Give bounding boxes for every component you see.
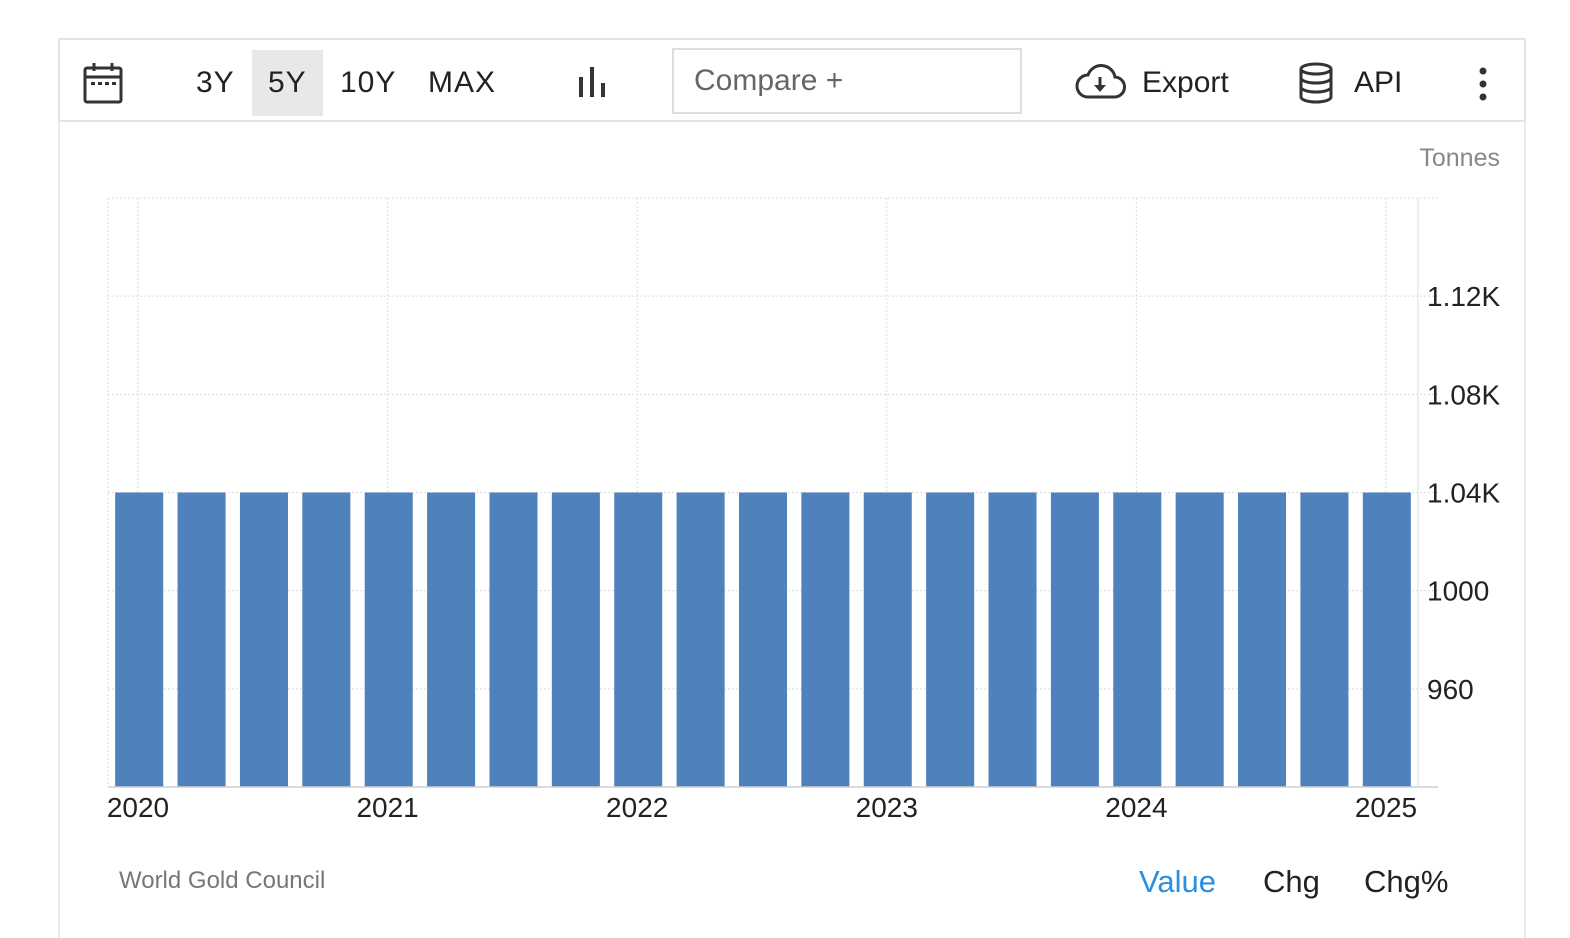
database-icon xyxy=(1298,62,1334,104)
compare-input[interactable]: Compare + xyxy=(672,48,1022,114)
bar-chart-icon[interactable] xyxy=(572,62,612,102)
chart-panel xyxy=(58,38,1526,938)
export-label: Export xyxy=(1142,66,1229,99)
export-button[interactable]: Export xyxy=(1074,60,1229,106)
range-5y-button[interactable]: 5Y xyxy=(252,50,323,116)
api-button[interactable]: API xyxy=(1298,60,1402,106)
range-10y-button[interactable]: 10Y xyxy=(324,50,412,116)
more-options-icon[interactable] xyxy=(1468,64,1498,104)
unit-label: Tonnes xyxy=(1419,144,1500,172)
range-max-button[interactable]: MAX xyxy=(412,50,512,116)
cloud-download-icon xyxy=(1074,63,1126,103)
source-label: World Gold Council xyxy=(119,867,326,894)
chart-toolbar: 3Y 5Y 10Y MAX Compare + Export API xyxy=(58,38,1526,122)
calendar-icon[interactable] xyxy=(82,62,124,104)
tab-chg[interactable]: Chg xyxy=(1263,864,1320,900)
tab-chg-percent[interactable]: Chg% xyxy=(1364,864,1448,900)
tab-value[interactable]: Value xyxy=(1139,864,1216,900)
range-3y-button[interactable]: 3Y xyxy=(180,50,251,116)
api-label: API xyxy=(1354,66,1403,99)
